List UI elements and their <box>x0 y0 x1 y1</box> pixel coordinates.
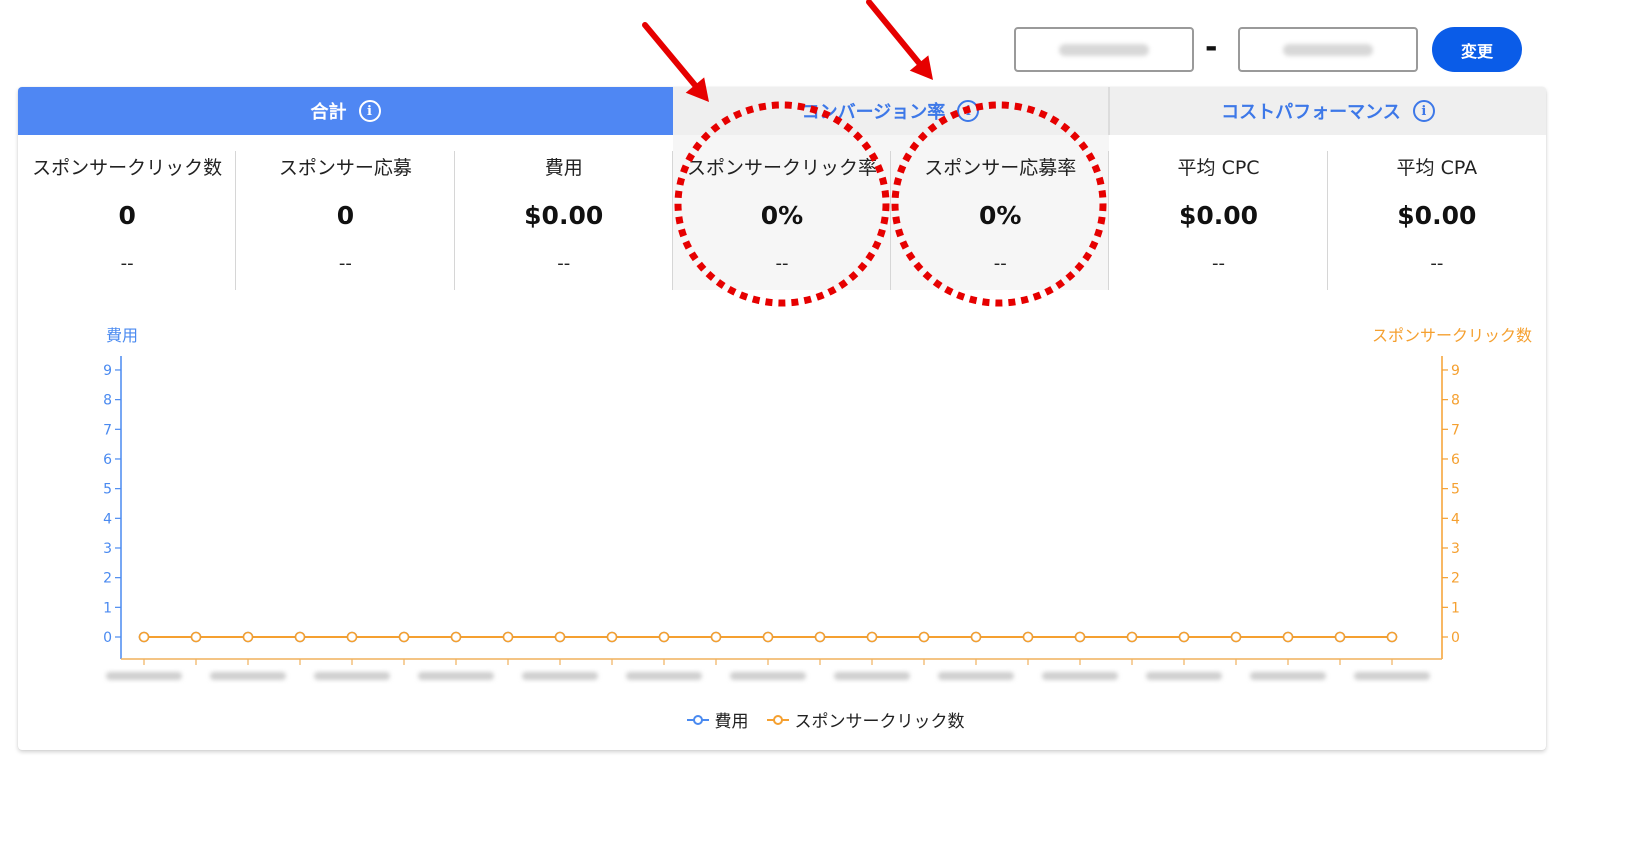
blurred-date-label <box>938 672 1014 680</box>
data-point <box>970 631 982 643</box>
y-tick-label: 7 <box>103 422 112 438</box>
data-point <box>1334 631 1346 643</box>
y-tick-label: 0 <box>1451 630 1460 646</box>
y-tick-label: 1 <box>1451 600 1460 616</box>
y-tick-label: 2 <box>103 571 112 587</box>
y-tick-label: 5 <box>1451 482 1460 498</box>
y-tick-label: 2 <box>1451 571 1460 587</box>
data-point <box>762 631 774 643</box>
data-point <box>398 631 410 643</box>
right-y-axis: 0 1 2 3 4 5 6 7 8 9 <box>1441 356 1460 659</box>
blurred-date-label <box>1354 672 1430 680</box>
highlight-circle <box>674 101 890 307</box>
y-tick-label: 4 <box>103 511 112 527</box>
series-layer <box>138 631 1398 643</box>
y-tick-label: 4 <box>1451 511 1460 527</box>
data-point <box>190 631 202 643</box>
y-tick-label: 8 <box>103 393 112 409</box>
blurred-date-label <box>730 672 806 680</box>
y-tick-label: 7 <box>1451 422 1460 438</box>
left-y-axis: 0 1 2 3 4 5 6 7 8 9 <box>103 356 122 659</box>
y-tick-label: 5 <box>103 482 112 498</box>
blurred-date-label <box>1250 672 1326 680</box>
blurred-date-label <box>210 672 286 680</box>
data-point <box>814 631 826 643</box>
y-tick-label: 3 <box>1451 541 1460 557</box>
data-point <box>918 631 930 643</box>
left-axis-label: 費用 <box>106 326 138 345</box>
data-point <box>1022 631 1034 643</box>
data-point <box>866 631 878 643</box>
blurred-date-label <box>106 672 182 680</box>
arrow-shaft <box>642 22 698 89</box>
legend-item-cost[interactable]: 費用 <box>686 707 749 732</box>
legend-swatch <box>766 714 789 726</box>
y-tick-label: 6 <box>103 452 112 468</box>
blurred-date-label <box>1042 672 1118 680</box>
data-point <box>502 631 514 643</box>
data-point <box>1230 631 1242 643</box>
data-point <box>554 631 566 643</box>
data-point <box>1282 631 1294 643</box>
data-point <box>450 631 462 643</box>
y-tick-label: 9 <box>103 363 112 379</box>
annotation-layer <box>642 0 1107 307</box>
data-point <box>606 631 618 643</box>
arrow-shaft <box>866 0 923 66</box>
data-point <box>346 631 358 643</box>
dashboard: - 変更 合計 i コンバージョン率 i コストパフォーマンス i スポンサーク… <box>0 0 1651 842</box>
blurred-date-label <box>834 672 910 680</box>
y-tick-label: 0 <box>103 630 112 646</box>
blurred-date-label <box>1146 672 1222 680</box>
x-axis <box>106 658 1442 680</box>
legend-label: スポンサークリック数 <box>794 712 965 732</box>
legend-swatch <box>686 714 709 726</box>
data-point <box>242 631 254 643</box>
data-point <box>1178 631 1190 643</box>
y-tick-label: 9 <box>1451 363 1460 379</box>
y-tick-label: 8 <box>1451 393 1460 409</box>
blurred-date-label <box>522 672 598 680</box>
blurred-date-label <box>626 672 702 680</box>
blurred-date-label <box>418 672 494 680</box>
data-point <box>710 631 722 643</box>
legend-label: 費用 <box>714 712 749 732</box>
y-tick-label: 6 <box>1451 452 1460 468</box>
y-tick-label: 1 <box>103 600 112 616</box>
data-point <box>138 631 150 643</box>
y-tick-label: 3 <box>103 541 112 557</box>
blurred-date-label <box>314 672 390 680</box>
highlight-circle <box>891 101 1107 307</box>
data-point <box>1386 631 1398 643</box>
data-point <box>1074 631 1086 643</box>
chart-legend: 費用 スポンサークリック数 <box>0 707 1651 732</box>
data-point <box>658 631 670 643</box>
data-point <box>1126 631 1138 643</box>
right-axis-label: スポンサークリック数 <box>1372 326 1532 345</box>
legend-item-sponsor-clicks[interactable]: スポンサークリック数 <box>766 707 965 732</box>
data-point <box>294 631 306 643</box>
